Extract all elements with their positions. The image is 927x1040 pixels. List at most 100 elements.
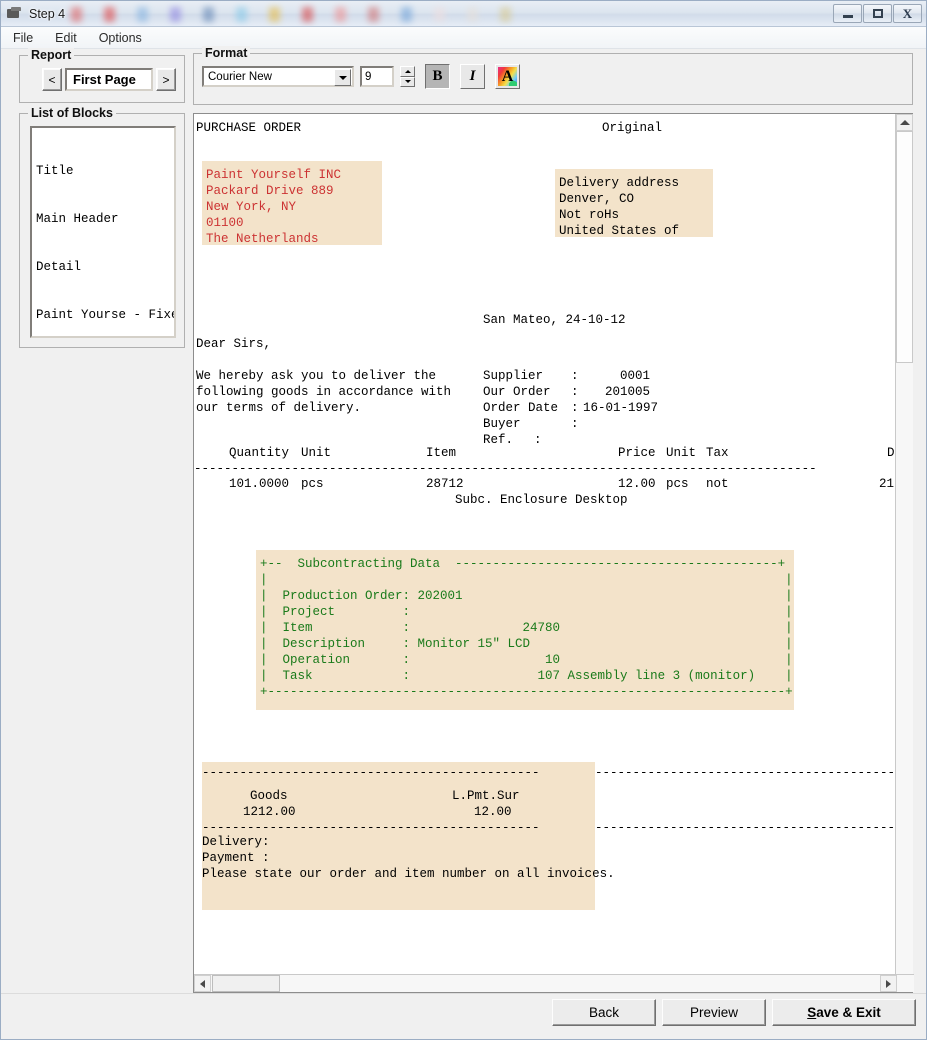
ghost-icon [335,7,346,22]
triangle-up-icon [900,120,910,125]
ghost-icon [203,7,214,22]
horizontal-scroll-thumb[interactable] [212,975,280,992]
list-item[interactable]: Title [36,163,174,179]
order-field-value-1: 201005 [605,384,650,400]
maximize-button[interactable] [863,4,892,23]
list-item[interactable]: Main Header [36,211,174,227]
table-header-quantity: Quantity [229,445,289,461]
blocks-listbox[interactable]: Title Main Header Detail Paint Yourse - … [30,126,176,338]
scroll-right-button[interactable] [880,975,897,992]
window-controls: X [833,4,922,23]
ghost-icon [467,7,478,22]
prev-page-button[interactable]: < [42,68,62,91]
report-preview-pane: PURCHASE ORDER Original Paint Yourself I… [193,113,913,993]
order-field-sep-2: : [571,400,579,416]
bold-button[interactable]: B [425,64,450,89]
close-icon: X [903,6,912,22]
ghost-icon [104,7,115,22]
ghost-icon [302,7,313,22]
doc-body-line-1: We hereby ask you to deliver the [196,368,436,384]
totals-value-lpmtsur: 12.00 [474,804,512,820]
doc-body-line-3: our terms of delivery. [196,400,361,416]
ghost-icon [236,7,247,22]
list-item[interactable]: Paint Yourse - Fixe [36,307,174,323]
subcontracting-block-bg[interactable]: +-- Subcontracting Data ----------------… [256,550,794,710]
report-group: Report < First Page > [19,55,185,103]
table-header-tax: Tax [706,445,729,461]
totals-header-goods: Goods [250,788,288,804]
totals-block[interactable]: ----------------------------------------… [202,762,595,830]
ghost-icon [434,7,445,22]
dialog-button-bar: Back Preview Save & Exit [1,993,926,1039]
font-size-increment[interactable] [400,66,415,77]
menu-options[interactable]: Options [97,30,144,46]
order-field-label-3: Buyer [483,416,521,432]
save-accel-letter: S [807,1005,816,1020]
triangle-left-icon [200,980,205,988]
document-canvas[interactable]: PURCHASE ORDER Original Paint Yourself I… [194,114,896,976]
next-page-button[interactable]: > [156,68,176,91]
footer-line-payment: Payment : [202,850,270,866]
row-item-description: Subc. Enclosure Desktop [455,492,628,508]
ghost-icon [401,7,412,22]
save-and-exit-button[interactable]: Save & Exit [772,999,916,1026]
format-toolbar: Courier New 9 B I A [202,64,520,89]
back-button[interactable]: Back [552,999,656,1026]
subc-bottom-border: +---------------------------------------… [260,684,793,700]
close-button[interactable]: X [893,4,922,23]
delivery-address-block[interactable]: Delivery address Denver, CO Not roHs Uni… [555,169,713,237]
doc-salutation: Dear Sirs, [196,336,271,352]
report-page-field[interactable]: First Page [65,68,153,91]
ghost-icon [137,7,148,22]
vertical-scroll-thumb[interactable] [896,131,913,363]
row-delivery: 21-0 [879,476,896,492]
order-field-sep-1: : [571,384,579,400]
preview-horizontal-scrollbar[interactable] [194,974,914,992]
minimize-button[interactable] [833,4,862,23]
vertical-scroll-track[interactable] [896,363,913,976]
preview-button[interactable]: Preview [662,999,766,1026]
preview-vertical-scrollbar[interactable] [895,114,912,976]
scroll-up-button[interactable] [896,114,913,131]
doc-header-right: Original [602,120,662,136]
doc-body-line-2: following goods in accordance with [196,384,451,400]
font-color-button[interactable]: A [495,64,520,89]
font-size-stepper[interactable] [400,66,415,87]
font-family-select[interactable]: Courier New [202,66,354,87]
order-field-value-2: 16-01-1997 [583,400,658,416]
delivery-line-2: Denver, CO [559,191,634,207]
subc-top-border: +-- Subcontracting Data ----------------… [260,556,785,572]
footer-line-note: Please state our order and item number o… [202,866,615,882]
blocks-group: List of Blocks Title Main Header Detail … [19,113,185,348]
sender-address-block[interactable]: Paint Yourself INC Packard Drive 889 New… [202,161,382,245]
italic-button[interactable]: I [460,64,485,89]
subc-row-production-order: | Production Order: 202001 | [260,588,793,604]
font-family-value: Courier New [208,71,272,83]
window-document-icon [7,7,23,21]
font-color-label: A [502,69,514,85]
row-unit: pcs [301,476,324,492]
sender-line-4: 01100 [206,215,244,231]
sender-line-3: New York, NY [206,199,296,215]
footer-block[interactable]: Delivery: Payment : Please state our ord… [202,830,595,910]
subc-row-task: | Task : 107 Assembly line 3 (monitor) | [260,668,793,684]
order-field-label-4: Ref. [483,432,513,448]
minimize-icon [843,15,853,18]
menu-file[interactable]: File [11,30,35,46]
scroll-left-button[interactable] [194,975,211,992]
list-item[interactable]: Detail [36,259,174,275]
row-item: 28712 [426,476,464,492]
ghost-icon [500,7,511,22]
maximize-icon [873,9,883,18]
row-price-unit: pcs [666,476,689,492]
chevron-down-icon[interactable] [334,69,351,86]
delivery-line-4: United States of [559,223,679,239]
menu-edit[interactable]: Edit [53,30,79,46]
report-group-legend: Report [28,48,74,62]
table-header-price-unit: Unit [666,445,696,461]
row-price: 12.00 [618,476,656,492]
row-tax: not [706,476,729,492]
font-size-decrement[interactable] [400,77,415,88]
font-size-input[interactable]: 9 [360,66,394,87]
subc-row-description: | Description : Monitor 15" LCD | [260,636,793,652]
